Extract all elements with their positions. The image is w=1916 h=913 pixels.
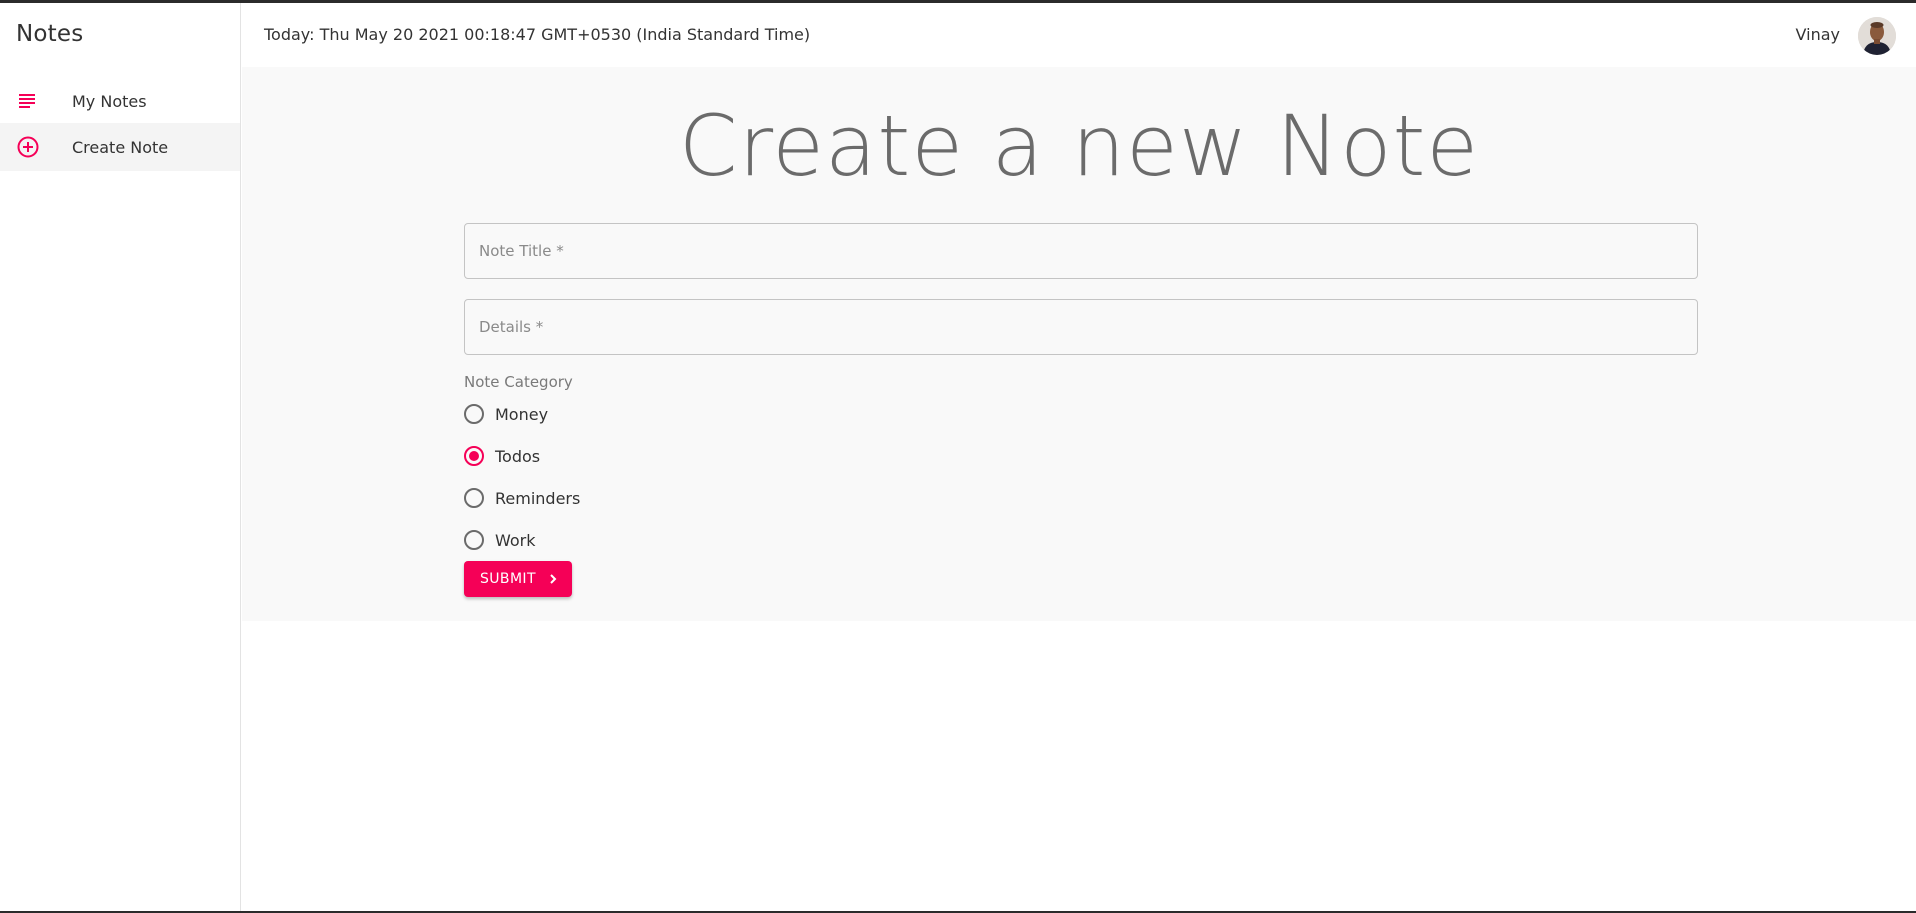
- details-field[interactable]: Details *: [464, 299, 1698, 355]
- app-header: Today: Thu May 20 2021 00:18:47 GMT+0530…: [241, 3, 1916, 67]
- radio-option-reminders[interactable]: Reminders: [464, 483, 580, 513]
- chevron-right-icon: [548, 573, 558, 585]
- user-name: Vinay: [1795, 25, 1840, 44]
- create-note-panel: Create a new Note Note Title * Details *…: [242, 67, 1916, 621]
- note-title-field[interactable]: Note Title *: [464, 223, 1698, 279]
- sidebar-item-my-notes[interactable]: My Notes: [0, 77, 240, 125]
- note-category-label: Note Category: [464, 373, 573, 391]
- sidebar-item-label: Create Note: [72, 137, 169, 157]
- page-title: Create a new Note: [678, 97, 1480, 195]
- radio-option-money[interactable]: Money: [464, 399, 548, 429]
- radio-option-work[interactable]: Work: [464, 525, 536, 555]
- radio-label: Money: [495, 404, 549, 424]
- sidebar-item-create-note[interactable]: Create Note: [0, 123, 240, 171]
- sidebar: Notes My Notes Create Note: [0, 3, 241, 911]
- radio-label: Todos: [495, 446, 541, 466]
- sidebar-item-label: My Notes: [72, 91, 147, 111]
- date-text: Today: Thu May 20 2021 00:18:47 GMT+0530…: [264, 25, 811, 44]
- radio-label: Work: [495, 530, 536, 550]
- radio-option-todos[interactable]: Todos: [464, 441, 540, 471]
- add-circle-outline-icon: [16, 135, 40, 159]
- radio-checked-icon[interactable]: [464, 446, 484, 466]
- submit-button[interactable]: SUBMIT: [464, 561, 572, 597]
- details-placeholder: Details *: [479, 318, 544, 336]
- submit-label: SUBMIT: [480, 571, 536, 587]
- app-brand: Notes: [16, 21, 84, 47]
- radio-unchecked-icon[interactable]: [464, 488, 484, 508]
- radio-unchecked-icon[interactable]: [464, 404, 484, 424]
- radio-label: Reminders: [495, 488, 581, 508]
- avatar[interactable]: [1858, 17, 1896, 55]
- subject-icon: [16, 89, 40, 113]
- note-title-placeholder: Note Title *: [479, 242, 564, 260]
- radio-unchecked-icon[interactable]: [464, 530, 484, 550]
